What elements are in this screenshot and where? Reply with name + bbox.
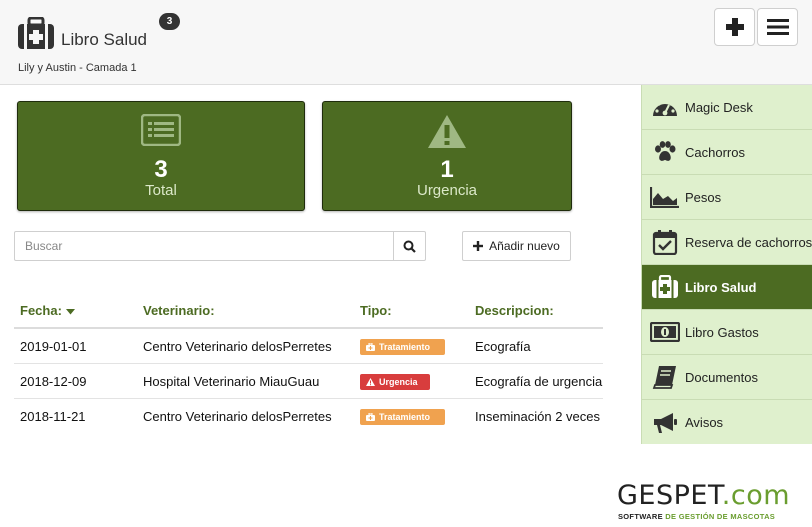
row-descripcion: Inseminación 2 veces	[475, 409, 601, 424]
sidebar-item-label: Magic Desk	[685, 99, 753, 115]
sidebar-item-label: Pesos	[685, 189, 722, 205]
sidebar-item-cachorros[interactable]: Cachorros	[642, 130, 812, 175]
plus-icon	[725, 18, 744, 36]
row-fecha: 2018-12-09	[20, 374, 87, 389]
page-title: Libro Salud	[61, 30, 148, 49]
sidebar-item-pesos[interactable]: Pesos	[642, 175, 812, 220]
search-icon	[403, 240, 416, 253]
sidebar-item-magic-desk[interactable]: Magic Desk	[642, 85, 812, 130]
row-veterinario: Centro Veterinario delosPerretes	[143, 339, 332, 354]
page-subtitle: Lily y Austin - Camada 1	[18, 62, 137, 74]
column-header-veterinario[interactable]: Veterinario:	[143, 303, 215, 318]
warning-icon	[428, 115, 466, 148]
add-new-button[interactable]: Añadir nuevo	[462, 231, 571, 261]
paw-icon	[655, 141, 676, 161]
sidebar-item-label: Reserva de cachorros	[685, 234, 812, 250]
page-header: Libro Salud 3 Lily y Austin - Camada 1	[0, 0, 812, 85]
sidebar-item-libro-salud[interactable]: Libro Salud	[642, 265, 812, 310]
sidebar-item-label: Documentos	[685, 369, 758, 385]
column-header-tipo[interactable]: Tipo:	[360, 303, 392, 318]
urgencia-count: 1	[440, 156, 454, 183]
search-input[interactable]	[14, 231, 394, 261]
tipo-urgencia-tag: Urgencia	[360, 374, 430, 390]
calendar-check-icon	[652, 230, 678, 255]
search-button[interactable]	[393, 231, 426, 261]
sidebar-item-documentos[interactable]: Documentos	[642, 355, 812, 400]
row-veterinario: Hospital Veterinario MiauGuau	[143, 374, 320, 389]
total-label: Total	[145, 182, 177, 199]
gespet-tagline: SOFTWARE DE GESTIÓN DE MASCOTAS	[618, 512, 776, 521]
column-header-fecha[interactable]: Fecha:	[20, 303, 75, 318]
add-new-label: Añadir nuevo	[489, 239, 560, 253]
row-divider	[14, 398, 603, 399]
hamburger-icon	[766, 19, 789, 35]
sidebar-item-avisos[interactable]: Avisos	[642, 400, 812, 445]
tipo-tratamiento-tag: Tratamiento	[360, 339, 445, 355]
table-header-divider	[14, 327, 603, 329]
sidebar-item-libro-gastos[interactable]: Libro Gastos	[642, 310, 812, 355]
warning-icon	[366, 378, 375, 386]
row-fecha: 2018-11-21	[20, 409, 86, 424]
row-descripcion: Ecografía	[475, 339, 531, 354]
menu-button[interactable]	[757, 8, 798, 46]
total-card[interactable]: 3 Total	[17, 101, 305, 211]
sidebar-item-label: Cachorros	[685, 144, 745, 160]
sort-desc-icon	[65, 308, 75, 315]
medkit-icon	[366, 413, 375, 421]
medkit-icon	[652, 275, 678, 298]
book-icon	[652, 366, 676, 389]
medkit-icon	[366, 343, 375, 351]
add-entry-button[interactable]	[714, 8, 755, 46]
sidebar: Magic Desk Cachorros Pesos Reserva de ca…	[641, 85, 812, 444]
money-icon	[650, 322, 680, 342]
urgencia-label: Urgencia	[416, 182, 478, 199]
row-divider	[14, 363, 603, 364]
row-fecha: 2019-01-01	[20, 339, 87, 354]
column-header-descripcion[interactable]: Descripcion:	[475, 303, 554, 318]
dashboard-icon	[653, 99, 677, 116]
bullhorn-icon	[654, 412, 677, 433]
sidebar-item-label: Avisos	[685, 415, 724, 430]
total-count: 3	[154, 156, 168, 183]
count-badge: 3	[159, 13, 180, 30]
urgencia-card[interactable]: 1 Urgencia	[322, 101, 572, 211]
sidebar-item-label: Libro Gastos	[685, 324, 759, 340]
row-veterinario: Centro Veterinario delosPerretes	[143, 409, 332, 424]
list-icon	[141, 114, 181, 146]
plus-icon	[473, 241, 484, 251]
tipo-tratamiento-tag: Tratamiento	[360, 409, 445, 425]
gespet-logo: GESPET.com	[617, 480, 791, 511]
sidebar-item-label: Libro Salud	[685, 279, 757, 295]
sidebar-item-reserva[interactable]: Reserva de cachorros	[642, 220, 812, 265]
row-descripcion: Ecografía de urgencia	[475, 374, 603, 389]
area-chart-icon	[650, 187, 679, 208]
medkit-icon	[18, 17, 54, 49]
